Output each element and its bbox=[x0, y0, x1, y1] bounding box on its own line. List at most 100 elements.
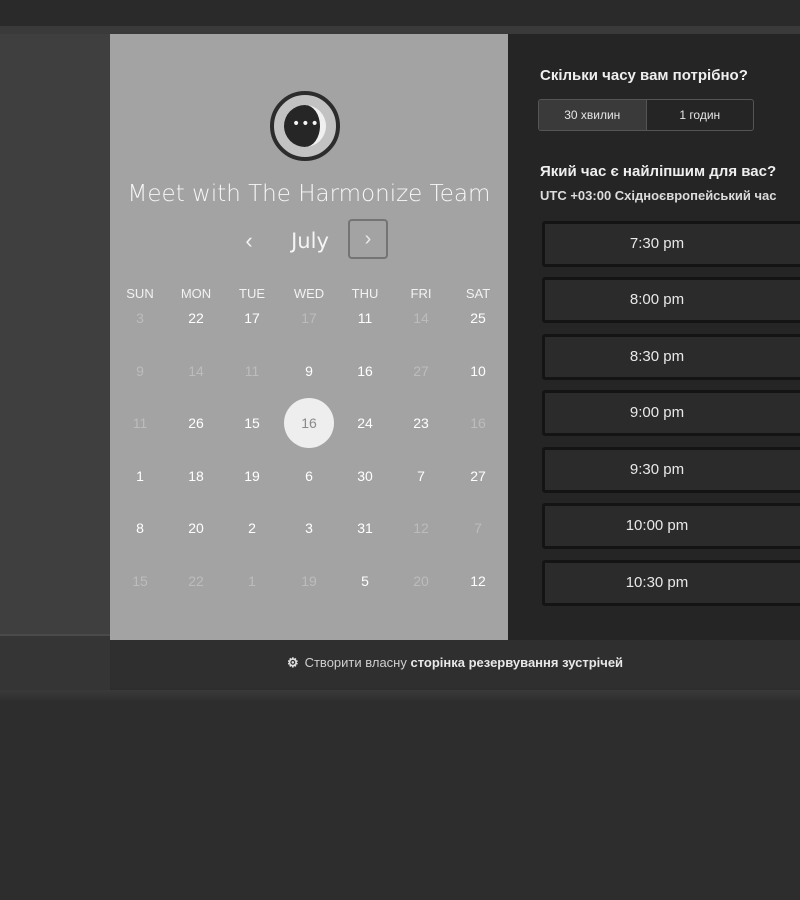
duration-option-30min[interactable]: 30 хвилин bbox=[539, 100, 647, 130]
calendar-day-number: 22 bbox=[188, 573, 204, 589]
calendar-day: 12 bbox=[393, 502, 449, 554]
calendar-day-number: 1 bbox=[136, 467, 144, 484]
calendar-day[interactable]: 9 bbox=[281, 345, 337, 397]
time-slot-label: 8:00 pm bbox=[629, 291, 685, 308]
calendar-day[interactable]: 24 bbox=[337, 397, 393, 449]
calendar-day-number: 11 bbox=[132, 415, 148, 432]
time-slot-label: 7:30 pm bbox=[629, 235, 685, 252]
calendar-day[interactable]: 25 bbox=[450, 292, 506, 344]
calendar-day-number: 24 bbox=[357, 415, 373, 432]
calendar-day[interactable]: 17 bbox=[224, 292, 280, 344]
calendar-day[interactable]: 16 bbox=[337, 345, 393, 397]
footer-link[interactable]: сторінка резервування зустрічей bbox=[410, 655, 623, 670]
time-slot-button[interactable]: 10:00 pm bbox=[542, 503, 800, 549]
modal-shadow bbox=[0, 690, 800, 702]
calendar-day[interactable]: 27 bbox=[450, 450, 506, 502]
calendar-day: 17 bbox=[281, 292, 337, 344]
calendar-day[interactable]: 18 bbox=[168, 450, 224, 502]
calendar-panel: ••• Meet with The Harmonize Team ‹ July … bbox=[110, 34, 508, 640]
calendar-day[interactable]: 12 bbox=[450, 555, 506, 607]
calendar-day: 19 bbox=[281, 555, 337, 607]
calendar-day-selected[interactable]: 16 bbox=[281, 397, 337, 449]
calendar-day-number: 15 bbox=[244, 415, 260, 432]
calendar-day: 11 bbox=[112, 397, 168, 449]
time-slot-button[interactable]: 7:30 pm bbox=[542, 221, 800, 267]
calendar-day-number: 15 bbox=[132, 573, 148, 589]
calendar-day[interactable]: 7 bbox=[393, 450, 449, 502]
calendar-day-number: 1 bbox=[248, 573, 256, 589]
chat-bubble-icon: ••• bbox=[284, 105, 326, 147]
page-background-left bbox=[0, 34, 110, 634]
calendar-day-number: 16 bbox=[470, 415, 486, 432]
hubspot-sprocket-icon: ⚙ bbox=[286, 655, 299, 670]
calendar-day-number: 16 bbox=[357, 362, 373, 379]
calendar-day-number: 6 bbox=[305, 467, 313, 484]
calendar-day-number: 26 bbox=[188, 415, 204, 432]
calendar-day[interactable]: 2 bbox=[224, 502, 280, 554]
calendar-day-number: 31 bbox=[357, 520, 373, 537]
calendar-day[interactable]: 26 bbox=[168, 397, 224, 449]
time-slot-button[interactable]: 8:00 pm bbox=[542, 277, 800, 323]
prev-month-button[interactable]: ‹ bbox=[238, 227, 260, 255]
top-divider bbox=[0, 26, 800, 34]
calendar-day: 14 bbox=[168, 345, 224, 397]
page-background-left-bottom bbox=[0, 634, 110, 692]
calendar-day-number: 11 bbox=[244, 362, 260, 379]
calendar-day-number: 5 bbox=[361, 573, 369, 589]
time-slot-label: 10:30 pm bbox=[625, 574, 689, 591]
company-logo: ••• bbox=[270, 91, 340, 161]
calendar-day-number: 3 bbox=[136, 310, 144, 326]
calendar-day: 20 bbox=[393, 555, 449, 607]
calendar-day[interactable]: 10 bbox=[450, 345, 506, 397]
duration-question: Скільки часу вам потрібно? bbox=[540, 67, 748, 84]
next-month-button[interactable]: › bbox=[348, 219, 388, 259]
calendar-day-number: 27 bbox=[413, 362, 429, 379]
calendar-day-number: 20 bbox=[188, 520, 204, 537]
calendar-day[interactable]: 3 bbox=[281, 502, 337, 554]
calendar-day-number: 9 bbox=[305, 362, 313, 379]
calendar-day[interactable]: 31 bbox=[337, 502, 393, 554]
calendar-day-number: 7 bbox=[417, 467, 425, 484]
calendar-day[interactable]: 8 bbox=[112, 502, 168, 554]
calendar-day-number: 18 bbox=[188, 467, 204, 484]
calendar-day[interactable]: 30 bbox=[337, 450, 393, 502]
calendar-day-number: 8 bbox=[136, 520, 144, 537]
time-slot-button[interactable]: 9:30 pm bbox=[542, 447, 800, 493]
timezone-label[interactable]: UTC +03:00 Східноєвропейський час bbox=[540, 188, 777, 203]
top-bar bbox=[0, 0, 800, 26]
calendar-day[interactable]: 15 bbox=[224, 397, 280, 449]
calendar-day-number: 12 bbox=[470, 573, 486, 589]
calendar-day[interactable]: 6 bbox=[281, 450, 337, 502]
calendar-day[interactable]: 1 bbox=[112, 450, 168, 502]
time-slot-label: 9:00 pm bbox=[629, 404, 685, 421]
calendar-day-number: 19 bbox=[244, 467, 260, 484]
time-slot-button[interactable]: 8:30 pm bbox=[542, 334, 800, 380]
calendar-day[interactable]: 5 bbox=[337, 555, 393, 607]
calendar-day[interactable]: 23 bbox=[393, 397, 449, 449]
calendar-day-number: 19 bbox=[301, 573, 317, 589]
calendar-day: 22 bbox=[168, 555, 224, 607]
calendar-day[interactable]: 11 bbox=[337, 292, 393, 344]
calendar-day-number: 11 bbox=[357, 310, 373, 326]
calendar-day-number: 10 bbox=[470, 362, 486, 379]
time-slot-button[interactable]: 9:00 pm bbox=[542, 390, 800, 436]
calendar-day[interactable]: 20 bbox=[168, 502, 224, 554]
calendar-day: 1 bbox=[224, 555, 280, 607]
time-question: Який час є найліпшим для вас? bbox=[540, 163, 777, 180]
time-slot-label: 9:30 pm bbox=[629, 461, 685, 478]
calendar-day: 3 bbox=[112, 292, 168, 344]
calendar-day[interactable]: 22 bbox=[168, 292, 224, 344]
footer: ⚙ Створити власну сторінка резервування з… bbox=[110, 640, 800, 688]
time-slot-button[interactable]: 10:30 pm bbox=[542, 560, 800, 606]
time-slot-label: 8:30 pm bbox=[629, 348, 685, 365]
calendar-day-number: 17 bbox=[301, 310, 317, 326]
calendar-day-number: 17 bbox=[244, 310, 260, 326]
calendar-day: 14 bbox=[393, 292, 449, 344]
calendar-day-number: 3 bbox=[305, 520, 313, 537]
calendar-day-number: 14 bbox=[188, 362, 204, 379]
calendar-day-number: 14 bbox=[413, 310, 429, 326]
calendar-day[interactable]: 19 bbox=[224, 450, 280, 502]
duration-option-1h[interactable]: 1 годин bbox=[647, 100, 754, 130]
time-slot-label: 10:00 pm bbox=[625, 517, 689, 534]
calendar-day: 27 bbox=[393, 345, 449, 397]
